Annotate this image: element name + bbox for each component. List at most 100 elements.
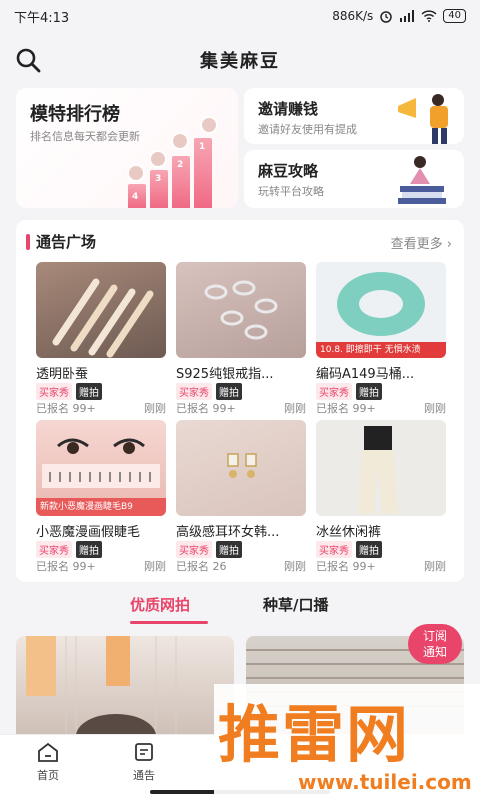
signal-icon <box>400 10 415 22</box>
guide-subtitle: 玩转平台攻略 <box>258 185 324 198</box>
post-time: 刚刚 <box>424 402 446 415</box>
item-tags: 买家秀 赠拍 <box>316 383 382 400</box>
item-thumbnail <box>316 420 446 516</box>
model-ranking-card[interactable]: 模特排行榜 排名信息每天都会更新 4 3 2 1 <box>16 88 238 208</box>
tag-gift: 赠拍 <box>356 541 382 558</box>
notice-title: 通告广场 <box>36 233 97 251</box>
tag-gift: 赠拍 <box>76 541 102 558</box>
post-time: 刚刚 <box>144 402 166 415</box>
signup-count: 已报名 99+ <box>176 402 236 415</box>
item-meta: 已报名 99+ 刚刚 <box>36 558 166 574</box>
watermark-overlay: 推雷网 www.tuilei.com <box>214 684 480 800</box>
item-thumbnail: 新款小恶魔漫画睫毛B9 <box>36 420 166 516</box>
feed-photo[interactable] <box>16 636 234 746</box>
content-tabs: 优质网拍 种草/口播 <box>0 590 480 626</box>
item-tags: 买家秀 赠拍 <box>316 541 382 558</box>
item-title: 编码A149马桶... <box>316 367 415 382</box>
podium-bar-1: 1 <box>194 138 212 208</box>
item-thumbnail: 10.8. 即擦即干 无惧水渍 <box>316 262 446 358</box>
podium-bar-2: 2 <box>172 156 190 208</box>
item-meta: 已报名 99+ 刚刚 <box>316 558 446 574</box>
notice-item[interactable]: 透明卧蚕 买家秀 赠拍 已报名 99+ 刚刚 <box>36 262 166 415</box>
tag-buyer-show: 买家秀 <box>176 541 212 558</box>
status-time: 下午4:13 <box>14 10 70 26</box>
item-tags: 买家秀 赠拍 <box>176 383 242 400</box>
item-meta: 已报名 99+ 刚刚 <box>176 400 306 416</box>
avatar <box>149 150 167 168</box>
signup-count: 已报名 99+ <box>36 560 96 573</box>
item-meta: 已报名 99+ 刚刚 <box>36 400 166 416</box>
item-tags: 买家秀 赠拍 <box>176 541 242 558</box>
notice-icon <box>135 743 153 761</box>
product-image <box>204 280 278 340</box>
notice-header: 通告广场 查看更多 › <box>16 230 464 254</box>
tag-buyer-show: 买家秀 <box>316 541 352 558</box>
ranking-subtitle: 排名信息每天都会更新 <box>30 130 140 143</box>
post-time: 刚刚 <box>284 402 306 415</box>
item-title: 透明卧蚕 <box>36 367 89 382</box>
page-title: 集美麻豆 <box>200 51 280 72</box>
post-time: 刚刚 <box>424 560 446 573</box>
invite-earn-card[interactable]: 邀请赚钱 邀请好友使用有提成 <box>244 88 464 144</box>
active-tab-indicator <box>130 621 208 624</box>
battery-indicator: 40 <box>443 9 466 23</box>
wifi-icon <box>421 10 437 22</box>
signup-count: 已报名 99+ <box>36 402 96 415</box>
product-banner: 10.8. 即擦即干 无惧水渍 <box>316 342 446 358</box>
tag-gift: 赠拍 <box>76 383 102 400</box>
signup-count: 已报名 26 <box>176 560 227 573</box>
avatar <box>171 132 189 150</box>
tag-gift: 赠拍 <box>216 541 242 558</box>
notice-item[interactable]: 冰丝休闲裤 买家秀 赠拍 已报名 99+ 刚刚 <box>316 420 446 573</box>
nav-notice[interactable]: 通告 <box>114 741 174 783</box>
invite-title: 邀请赚钱 <box>258 100 319 118</box>
reading-person-icon <box>398 156 446 204</box>
app-header: 集美麻豆 <box>0 36 480 84</box>
item-title: 高级感耳环女韩... <box>176 525 280 540</box>
signup-count: 已报名 99+ <box>316 560 376 573</box>
tab-seeding-voiceover[interactable]: 种草/口播 <box>263 594 328 615</box>
item-thumbnail <box>36 262 166 358</box>
product-image <box>227 453 257 478</box>
item-title: S925纯银戒指... <box>176 367 274 382</box>
watermark-url: www.tuilei.com <box>298 770 472 794</box>
tag-buyer-show: 买家秀 <box>176 383 212 400</box>
chevron-right-icon: › <box>446 237 452 252</box>
guide-title: 麻豆攻略 <box>258 162 319 180</box>
product-banner: 新款小恶魔漫画睫毛B9 <box>36 498 166 516</box>
item-tags: 买家秀 赠拍 <box>36 541 102 558</box>
network-speed: 886K/s <box>332 9 374 23</box>
invite-subtitle: 邀请好友使用有提成 <box>258 123 357 136</box>
home-icon <box>38 742 58 762</box>
podium-bar-3: 3 <box>150 170 168 208</box>
search-icon[interactable] <box>14 46 42 74</box>
signup-count: 已报名 99+ <box>316 402 376 415</box>
tag-gift: 赠拍 <box>216 383 242 400</box>
alarm-icon <box>380 11 393 23</box>
tag-buyer-show: 买家秀 <box>316 383 352 400</box>
notice-item[interactable]: 高级感耳环女韩... 买家秀 赠拍 已报名 26 刚刚 <box>176 420 306 573</box>
item-thumbnail <box>176 262 306 358</box>
item-title: 冰丝休闲裤 <box>316 525 382 540</box>
megaphone-person-icon <box>398 94 448 144</box>
podium-bar-4: 4 <box>128 184 146 208</box>
view-more-link[interactable]: 查看更多 › <box>391 233 452 252</box>
tag-buyer-show: 买家秀 <box>36 541 72 558</box>
subscribe-notification-button[interactable]: 订阅 通知 <box>408 624 462 664</box>
notice-item[interactable]: 新款小恶魔漫画睫毛B9 小恶魔漫画假睫毛 买家秀 赠拍 已报名 99+ 刚刚 <box>36 420 166 573</box>
tab-quality-shoots[interactable]: 优质网拍 <box>130 594 190 615</box>
notice-square-panel: 通告广场 查看更多 › 透明卧蚕 买家秀 赠拍 已报名 99+ 刚刚 S925纯… <box>16 220 464 582</box>
item-thumbnail <box>176 420 306 516</box>
item-meta: 已报名 99+ 刚刚 <box>316 400 446 416</box>
nav-home[interactable]: 首页 <box>18 741 78 783</box>
guide-card[interactable]: 麻豆攻略 玩转平台攻略 <box>244 150 464 208</box>
product-image <box>52 278 154 358</box>
post-time: 刚刚 <box>144 560 166 573</box>
watermark-brand: 推雷网 <box>218 698 411 771</box>
item-tags: 买家秀 赠拍 <box>36 383 102 400</box>
section-marker <box>26 234 30 250</box>
status-icons: 886K/s 40 <box>332 9 466 23</box>
notice-item[interactable]: S925纯银戒指... 买家秀 赠拍 已报名 99+ 刚刚 <box>176 262 306 415</box>
notice-item[interactable]: 10.8. 即擦即干 无惧水渍 编码A149马桶... 买家秀 赠拍 已报名 99… <box>316 262 446 415</box>
tag-buyer-show: 买家秀 <box>36 383 72 400</box>
